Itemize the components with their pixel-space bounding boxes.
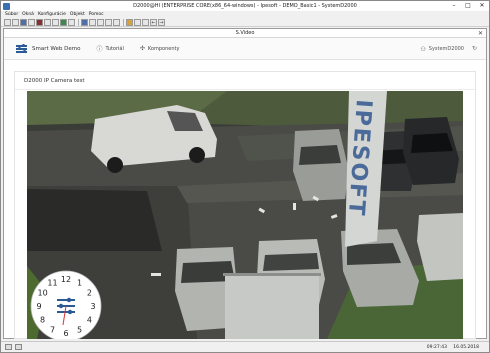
close-button[interactable]: ✕ [475, 1, 489, 11]
toolbar-separator [78, 18, 79, 26]
toolbar-report-button[interactable] [105, 18, 112, 26]
menu-windows[interactable]: Okná [22, 12, 34, 17]
clock-numeral: 8 [40, 316, 45, 325]
components-icon: ✣ [139, 45, 145, 52]
toolbar-view-button[interactable] [52, 18, 59, 26]
user-icon: ⚇ [420, 45, 426, 53]
video-window-titlebar: S.Video ✕ [4, 29, 486, 38]
nav-item-label: Komponenty [147, 45, 180, 52]
clock-numeral: 10 [38, 289, 48, 298]
clock-numeral: 12 [61, 275, 71, 284]
toolbar-new-button[interactable] [4, 18, 11, 26]
toolbar-window-button[interactable] [113, 18, 120, 26]
menu-configurations[interactable]: Konfigurácie [38, 12, 66, 17]
toolbar-forward-button[interactable]: → [158, 18, 165, 26]
toolbar-alarm-button[interactable] [36, 18, 43, 26]
clock-numeral: 11 [47, 279, 57, 288]
toolbar-save-button[interactable] [20, 18, 27, 26]
toolbar-settings-button[interactable] [126, 18, 133, 26]
clock-numeral: 7 [50, 325, 55, 334]
info-icon: ⓘ [96, 46, 103, 53]
user-menu[interactable]: ⚇ SystemD2000 [420, 38, 464, 60]
refresh-icon[interactable]: ↻ [472, 38, 477, 60]
status-date: 16.05.2018 [453, 345, 479, 350]
camera-feed[interactable]: IPESOFT 12 1 2 3 4 5 6 7 8 9 10 11 [27, 91, 463, 339]
toolbar-separator [123, 18, 124, 26]
parked-car-1 [293, 129, 349, 201]
camera-card-title: D2000 IP Camera test [15, 72, 475, 90]
app-navbar: Smart Web Demo ⓘ Tutoriál ✣ Komponenty ⚇… [4, 38, 486, 60]
nav-item-label: Tutoriál [105, 45, 124, 52]
sign-board [223, 273, 321, 339]
toolbar-list-button[interactable] [68, 18, 75, 26]
clock-numeral: 4 [87, 316, 92, 325]
maximize-button[interactable]: □ [461, 1, 475, 11]
video-window: S.Video ✕ Smart Web Demo ⓘ Tutoriál ✣ Ko… [3, 28, 487, 339]
toolbar-print-button[interactable] [12, 18, 19, 26]
menu-object[interactable]: Objekt [70, 12, 85, 17]
clock-numeral: 6 [63, 329, 68, 338]
toolbar-edit-button[interactable] [44, 18, 51, 26]
main-window: D2000@HI (ENTERPRISE CORE(x86_64-windows… [0, 0, 490, 353]
menu-file[interactable]: Súbor [5, 12, 18, 17]
menu-help[interactable]: Pomoc [89, 12, 104, 17]
status-time: 09:27:43 [426, 345, 447, 350]
status-button-2[interactable] [15, 344, 22, 350]
clock-numeral: 3 [90, 302, 95, 311]
title-bar: D2000@HI (ENTERPRISE CORE(x86_64-windows… [1, 1, 489, 11]
clock-numeral: 2 [87, 289, 92, 298]
toolbar-search-button[interactable] [28, 18, 35, 26]
nav-item-components[interactable]: ✣ Komponenty [140, 45, 180, 52]
toolbar-run-button[interactable] [60, 18, 67, 26]
app-brand[interactable]: Smart Web Demo [32, 46, 80, 52]
clock-numeral: 9 [36, 302, 41, 311]
status-button-1[interactable] [5, 344, 12, 350]
user-name: SystemD2000 [428, 46, 464, 52]
minimize-button[interactable]: – [447, 1, 461, 11]
sliders-logo-icon[interactable] [16, 44, 27, 53]
toolbar: ← → [1, 18, 489, 27]
toolbar-back-button[interactable]: ← [150, 18, 157, 26]
camera-card: D2000 IP Camera test IPESOFT 12 1 2 3 4 … [14, 71, 476, 339]
video-window-title: S.Video [235, 30, 255, 36]
status-bar: 09:27:43 16.05.2018 [1, 341, 489, 352]
analog-clock: 12 1 2 3 4 5 6 7 8 9 10 11 [29, 269, 103, 339]
toolbar-cascade-button[interactable] [134, 18, 141, 26]
toolbar-tile-button[interactable] [142, 18, 149, 26]
clock-numeral: 1 [77, 279, 82, 288]
video-window-close-button[interactable]: ✕ [478, 29, 483, 38]
nav-item-tutorial[interactable]: ⓘ Tutoriál [96, 44, 124, 54]
toolbar-grid-button[interactable] [81, 18, 88, 26]
clock-numeral: 5 [77, 325, 82, 334]
toolbar-table-button[interactable] [89, 18, 96, 26]
toolbar-graph-button[interactable] [97, 18, 104, 26]
window-title: D2000@HI (ENTERPRISE CORE(x86_64-windows… [133, 3, 357, 9]
clock-face: 12 12 3 45678 9 1011 [30, 270, 102, 339]
menu-bar: Súbor Okná Konfigurácie Objekt Pomoc [1, 11, 489, 18]
